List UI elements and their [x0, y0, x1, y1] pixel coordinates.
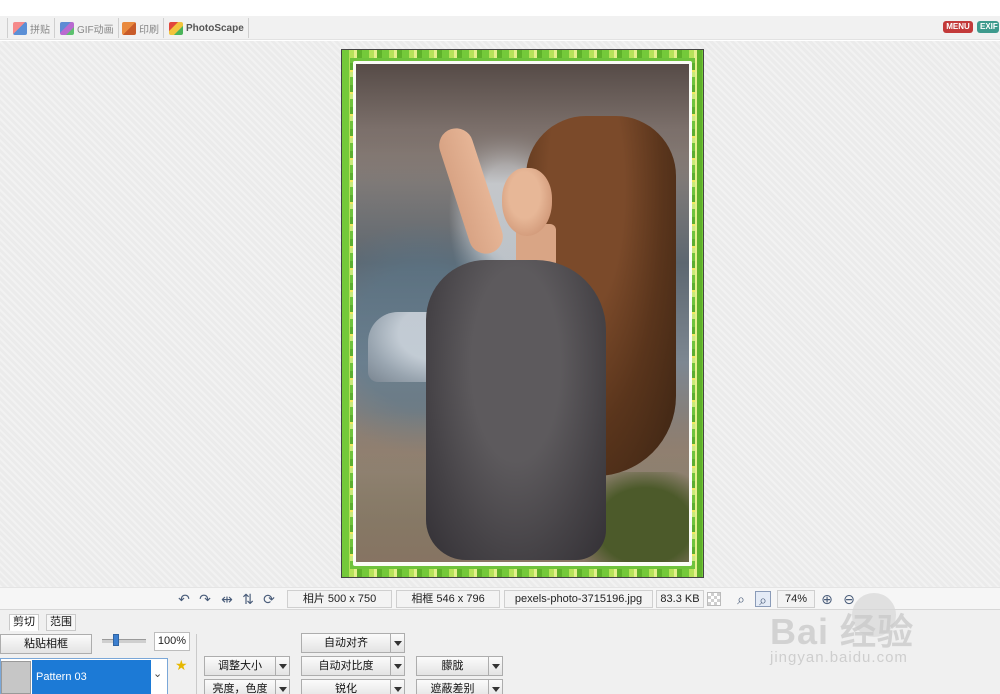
pattern-swatch [1, 661, 31, 694]
window-top-strip [0, 0, 1000, 16]
resize-dropdown[interactable] [276, 656, 290, 676]
opacity-value[interactable]: 100% [154, 632, 190, 651]
zoom-fit-icon[interactable]: ⌕ [733, 591, 749, 607]
blur-dropdown[interactable] [489, 656, 503, 676]
chevron-down-icon[interactable]: ⌄ [153, 667, 162, 680]
panel-divider [196, 634, 197, 694]
favorite-star-icon[interactable]: ★ [175, 657, 188, 674]
zoom-in-icon[interactable]: ⊕ [819, 591, 835, 607]
exif-button[interactable]: EXIF [977, 21, 999, 33]
transparency-checker-icon[interactable] [707, 592, 721, 606]
flip-horizontal-icon[interactable]: ⇹ [219, 591, 235, 607]
opacity-slider[interactable] [102, 634, 146, 646]
photo-woman-portrait[interactable] [356, 64, 689, 562]
undo-icon[interactable]: ↶ [176, 591, 192, 607]
photo-gray-shirt [426, 260, 606, 560]
paste-frame-button[interactable]: 粘贴相框 [0, 634, 92, 654]
blur-button[interactable]: 朦胧 [416, 656, 489, 676]
frame-size-readout: 相框 546 x 796 [396, 590, 500, 608]
filename-readout: pexels-photo-3715196.jpg [504, 590, 653, 608]
tab-region[interactable]: 范围 [46, 614, 76, 631]
brightness-color-dropdown[interactable] [276, 679, 290, 694]
filesize-readout: 83.3 KB [656, 590, 704, 608]
auto-contrast-button[interactable]: 自动对比度 [301, 656, 391, 676]
mask-difference-button[interactable]: 遮蔽差别 [416, 679, 489, 694]
photoscape-window: 拼贴 GIF动画 印刷 PhotoScape MENU EXIF ↶ ↷ ⇹ ⇅… [0, 0, 1000, 694]
tab-label: PhotoScape [186, 22, 244, 34]
auto-level-button[interactable]: 自动对齐 [301, 633, 391, 653]
menu-button[interactable]: MENU [943, 21, 973, 33]
tab-gif-animation[interactable]: GIF动画 [56, 18, 119, 38]
opacity-slider-thumb[interactable] [113, 634, 119, 646]
tab-crop[interactable]: 剪切 [9, 614, 39, 631]
redo-icon[interactable]: ↷ [197, 591, 213, 607]
sharpen-dropdown[interactable] [391, 679, 405, 694]
print-icon [122, 21, 136, 35]
tab-label: GIF动画 [77, 24, 114, 36]
tab-collage[interactable]: 拼贴 [9, 18, 55, 38]
zoom-out-icon[interactable]: ⊖ [841, 591, 857, 607]
sharpen-button[interactable]: 锐化 [301, 679, 391, 694]
photoscape-icon [169, 21, 183, 35]
photo-size-readout: 相片 500 x 750 [287, 590, 392, 608]
tab-editor-partial[interactable] [0, 18, 8, 38]
tab-label: 印刷 [139, 24, 159, 36]
zoom-level-readout: 74% [777, 590, 815, 608]
tab-label: 拼贴 [30, 24, 50, 36]
frame-pattern-select[interactable]: Pattern 03 ⌄ [0, 658, 168, 694]
brightness-color-button[interactable]: 亮度，色度 [204, 679, 276, 694]
collage-icon [13, 21, 27, 35]
module-tab-bar: 拼贴 GIF动画 印刷 PhotoScape MENU EXIF [0, 16, 1000, 40]
zoom-actual-icon[interactable]: ⌕ [755, 591, 771, 608]
edit-panel: 剪切 范围 粘贴相框 100% Pattern 03 ⌄ ★ 自动对齐 调整大小… [0, 609, 1000, 694]
tab-photoscape[interactable]: PhotoScape [165, 18, 249, 38]
resize-button[interactable]: 调整大小 [204, 656, 276, 676]
gif-animation-icon [60, 21, 74, 35]
auto-contrast-dropdown[interactable] [391, 656, 405, 676]
mask-difference-dropdown[interactable] [489, 679, 503, 694]
flip-vertical-icon[interactable]: ⇅ [240, 591, 256, 607]
auto-level-dropdown[interactable] [391, 633, 405, 653]
rotate-icon[interactable]: ⟳ [261, 591, 277, 607]
pattern-selected-label: Pattern 03 [32, 660, 151, 694]
photo-face [502, 168, 552, 236]
tab-print[interactable]: 印刷 [118, 18, 164, 38]
status-bar: ↶ ↷ ⇹ ⇅ ⟳ 相片 500 x 750 相框 546 x 796 pexe… [0, 587, 1000, 609]
